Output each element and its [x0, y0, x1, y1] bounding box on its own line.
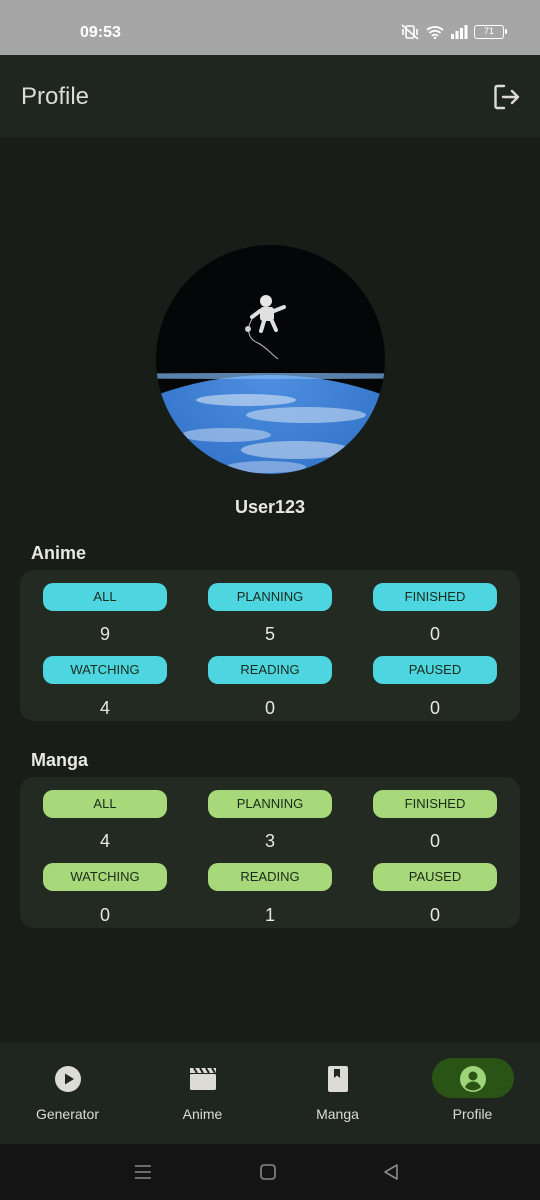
wifi-icon — [426, 26, 444, 39]
anime-chip-paused[interactable]: PAUSED — [373, 656, 497, 684]
play-circle-icon — [54, 1066, 81, 1092]
manga-stats-card: ALL PLANNING FINISHED 4 3 0 WATCHING REA… — [20, 777, 520, 928]
anime-count-paused: 0 — [429, 698, 440, 718]
anime-count-reading: 0 — [264, 698, 275, 718]
nav-item-anime[interactable]: Anime — [135, 1042, 270, 1144]
book-icon — [327, 1066, 348, 1092]
anime-section-title: Anime — [31, 543, 87, 563]
bottom-nav: Generator Anime Manga Profile — [0, 1042, 540, 1144]
manga-count-finished: 0 — [429, 831, 440, 851]
status-time: 09:53 — [80, 24, 121, 41]
system-nav-bar — [0, 1144, 540, 1200]
nav-label-manga: Manga — [316, 1106, 359, 1122]
nav-label-profile: Profile — [452, 1106, 493, 1122]
manga-section-title: Manga — [31, 750, 89, 770]
manga-count-paused: 0 — [429, 905, 440, 925]
anime-chip-finished[interactable]: FINISHED — [373, 583, 497, 611]
battery-icon: 71 — [474, 25, 507, 39]
nav-label-generator: Generator — [35, 1106, 100, 1122]
home-icon[interactable] — [259, 1163, 277, 1181]
logout-icon[interactable] — [492, 83, 520, 111]
menu-icon[interactable] — [134, 1163, 152, 1181]
anime-count-all: 9 — [99, 624, 110, 644]
anime-stats-card: ALL PLANNING FINISHED 9 5 0 WATCHING REA… — [20, 570, 520, 721]
status-bar: 09:53 71 — [0, 0, 540, 55]
anime-chip-reading[interactable]: READING — [208, 656, 332, 684]
manga-count-all: 4 — [99, 831, 110, 851]
app-bar: Profile — [0, 55, 540, 137]
manga-count-reading: 1 — [264, 905, 275, 925]
anime-count-planning: 5 — [264, 624, 275, 644]
manga-chip-planning[interactable]: PLANNING — [208, 790, 332, 818]
manga-chip-watching[interactable]: WATCHING — [43, 863, 167, 891]
username: User123 — [234, 497, 306, 517]
signal-icon — [451, 25, 468, 39]
nav-label-anime: Anime — [182, 1106, 223, 1122]
manga-count-watching: 0 — [99, 905, 110, 925]
manga-count-planning: 3 — [264, 831, 275, 851]
anime-chip-watching[interactable]: WATCHING — [43, 656, 167, 684]
manga-chip-reading[interactable]: READING — [208, 863, 332, 891]
clapperboard-icon — [189, 1067, 216, 1090]
avatar[interactable] — [156, 245, 385, 474]
manga-chip-finished[interactable]: FINISHED — [373, 790, 497, 818]
account-circle-icon — [459, 1066, 486, 1092]
back-icon[interactable] — [382, 1163, 400, 1181]
anime-count-finished: 0 — [429, 624, 440, 644]
nav-item-manga[interactable]: Manga — [270, 1042, 405, 1144]
manga-chip-all[interactable]: ALL — [43, 790, 167, 818]
page-title: Profile — [21, 83, 90, 110]
anime-chip-all[interactable]: ALL — [43, 583, 167, 611]
manga-chip-paused[interactable]: PAUSED — [373, 863, 497, 891]
anime-chip-planning[interactable]: PLANNING — [208, 583, 332, 611]
status-icons: 71 — [400, 24, 507, 40]
nav-item-generator[interactable]: Generator — [0, 1042, 135, 1144]
nav-item-profile[interactable]: Profile — [405, 1042, 540, 1144]
vibrate-mute-icon — [401, 24, 419, 40]
anime-count-watching: 4 — [99, 698, 110, 718]
